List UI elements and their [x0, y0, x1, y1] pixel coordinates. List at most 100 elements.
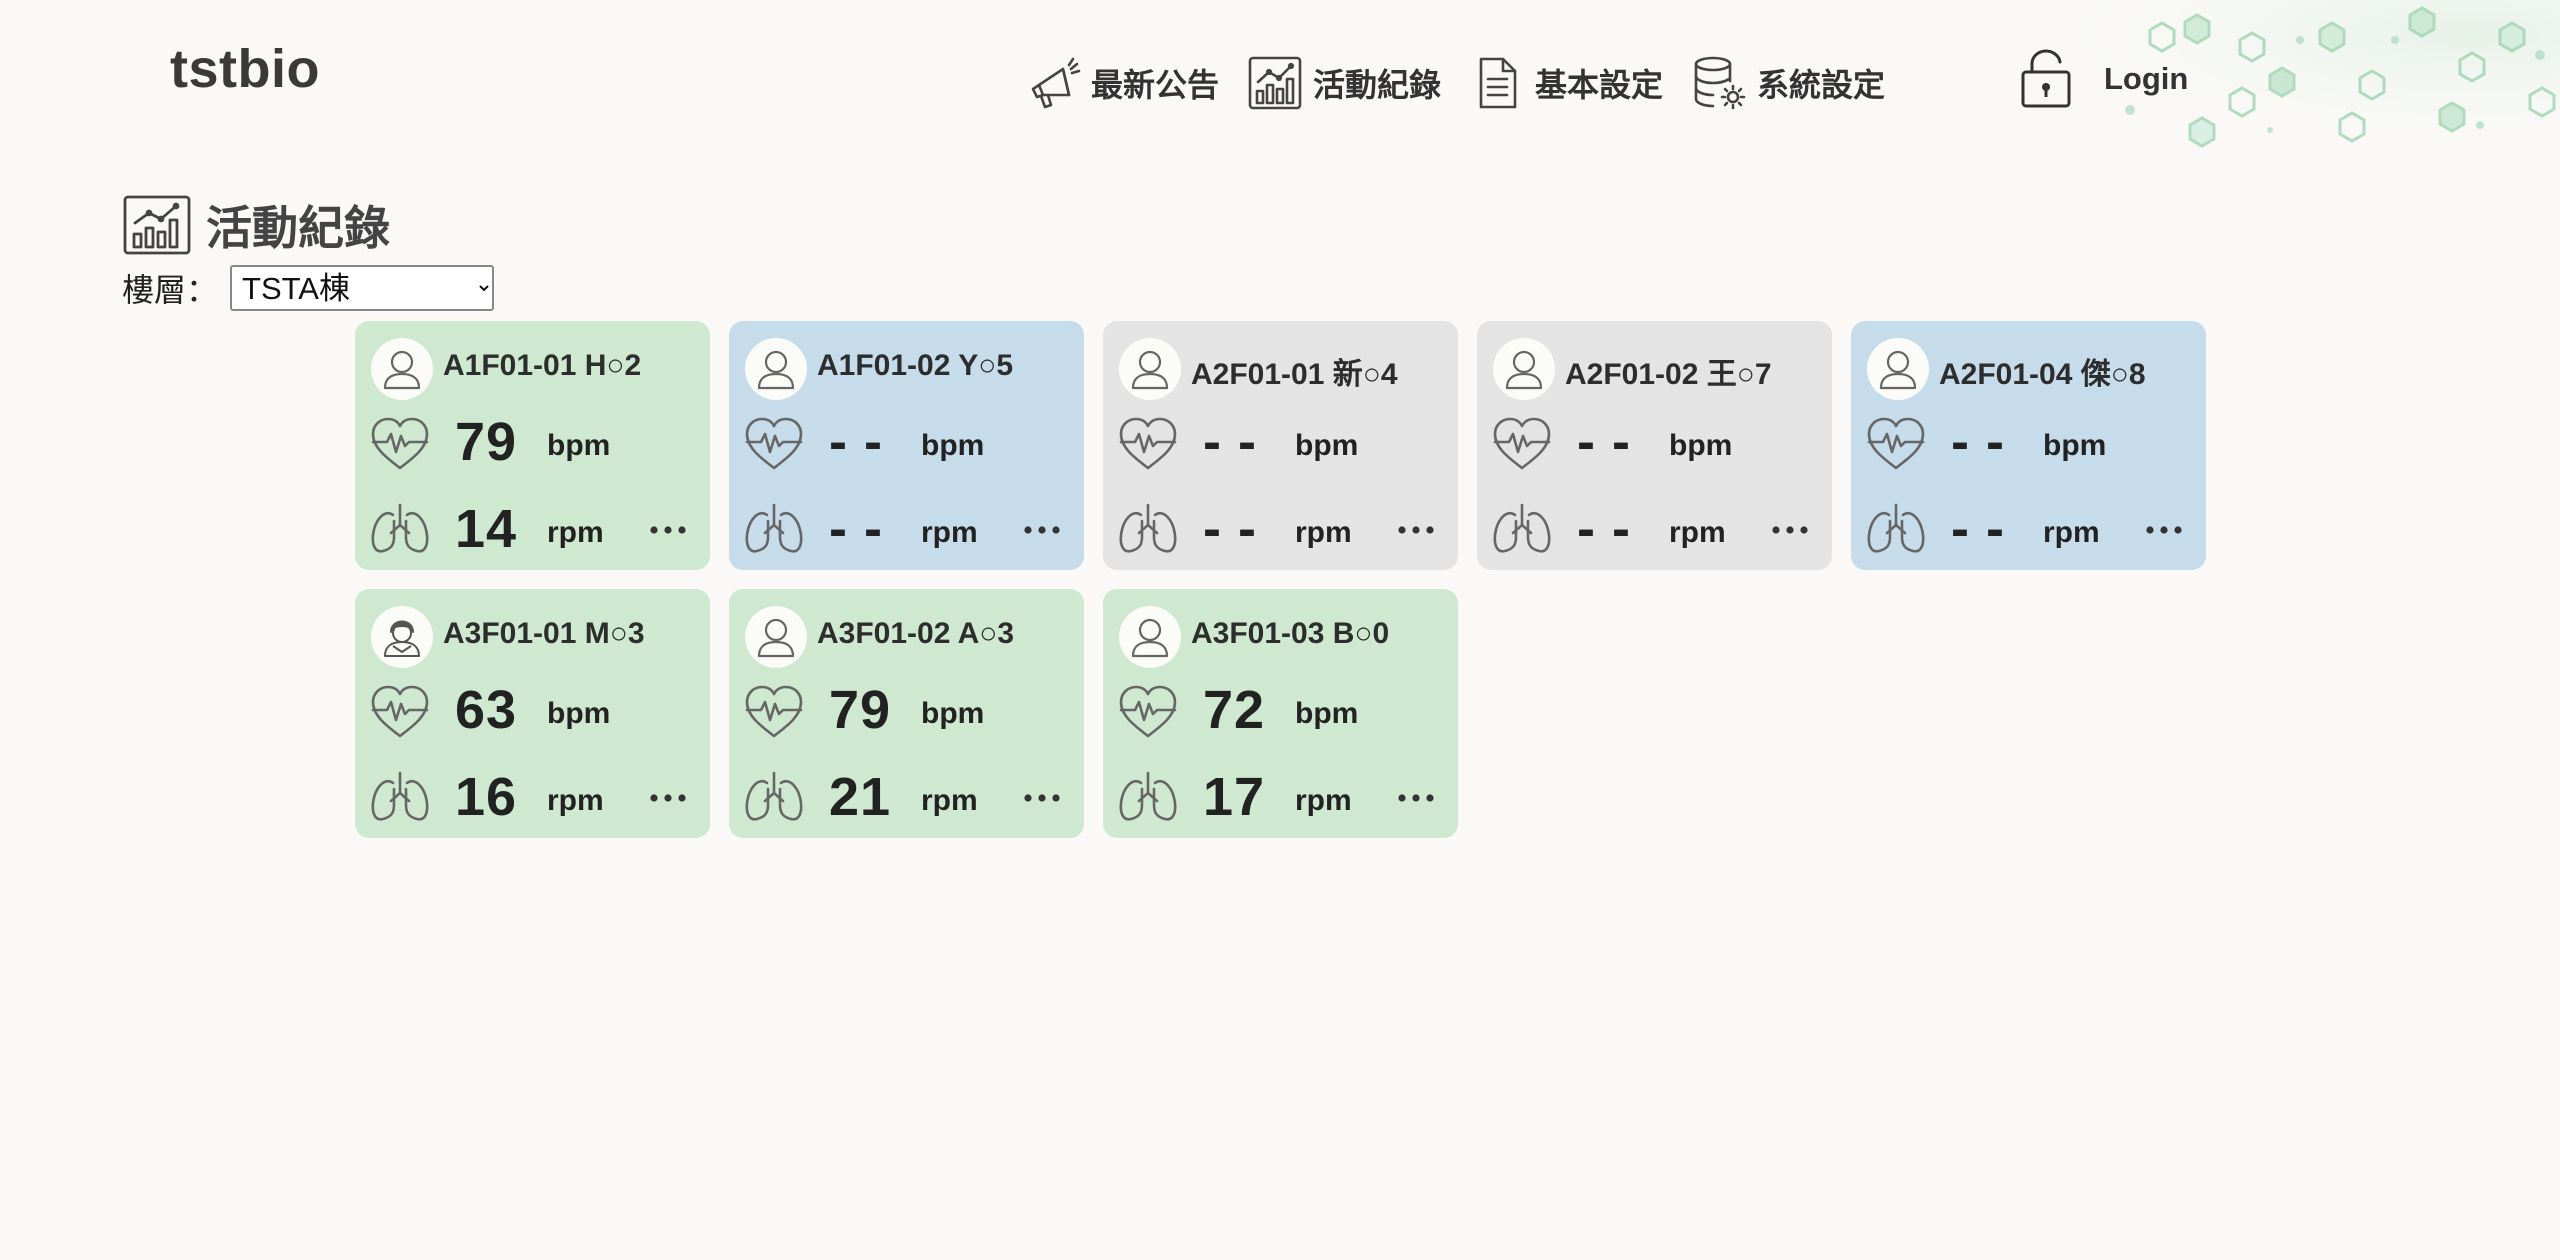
heart-rate-value: - -: [1951, 412, 2005, 472]
more-options-icon[interactable]: [1770, 523, 1810, 537]
resident-name: A2F01-02 王○7: [1565, 358, 1772, 391]
heart-rate-unit: bpm: [1669, 429, 1733, 462]
more-options-icon[interactable]: [648, 523, 688, 537]
nav-basic-settings[interactable]: 基本設定: [1469, 55, 1663, 111]
floor-select[interactable]: TSTA棟: [230, 265, 495, 311]
heart-rate-unit: bpm: [1295, 697, 1359, 730]
respiration-rate-value: - -: [1203, 499, 1257, 559]
lungs-icon: [743, 501, 805, 557]
more-options-icon[interactable]: [1396, 523, 1436, 537]
lungs-icon: [369, 501, 431, 557]
person-icon: [371, 338, 433, 400]
login-button[interactable]: Login: [2018, 48, 2188, 110]
more-options-icon[interactable]: [648, 791, 688, 805]
respiration-rate-value: - -: [1951, 499, 2005, 559]
heart-rate-value: 72: [1203, 680, 1266, 740]
respiration-rate-unit: rpm: [1295, 516, 1352, 549]
respiration-rate-unit: rpm: [547, 784, 604, 817]
floor-label: 樓層：: [122, 272, 219, 308]
lungs-icon: [743, 769, 805, 825]
heart-rate-value: 79: [829, 680, 892, 740]
avatar: [1867, 338, 1929, 400]
resident-card[interactable]: A2F01-02 王○7 - - bpm - - rpm: [1477, 321, 1832, 570]
more-options-icon[interactable]: [1396, 791, 1436, 805]
heart-rate-unit: bpm: [547, 429, 611, 462]
heart-rate-icon: [369, 684, 431, 740]
heart-rate-unit: bpm: [1295, 429, 1359, 462]
nav-label: 系統設定: [1757, 67, 1886, 103]
page-title: 活動紀錄: [206, 202, 390, 254]
activity-chart-icon: [1248, 56, 1302, 110]
resident-name: A2F01-01 新○4: [1191, 358, 1398, 391]
document-icon: [1479, 57, 1517, 109]
avatar: [371, 338, 433, 400]
heart-rate-icon: [1865, 416, 1927, 472]
respiration-rate-unit: rpm: [2043, 516, 2100, 549]
heart-rate-icon: [743, 416, 805, 472]
resident-card[interactable]: A2F01-01 新○4 - - bpm - - rpm: [1103, 321, 1458, 570]
database-settings-icon: [1694, 56, 1746, 110]
resident-card[interactable]: A1F01-01 H○2 79 bpm 14 rpm: [355, 321, 710, 570]
resident-name: A1F01-01 H○2: [443, 349, 642, 382]
nav-system-settings[interactable]: 系統設定: [1691, 55, 1885, 111]
avatar: [1119, 338, 1181, 400]
respiration-rate-unit: rpm: [921, 516, 978, 549]
lock-icon: [2021, 49, 2071, 108]
resident-card[interactable]: A3F01-01 M○3 63 bpm 16 rpm: [355, 589, 710, 838]
person-icon: [371, 606, 433, 668]
respiration-rate-unit: rpm: [1669, 516, 1726, 549]
person-icon: [745, 606, 807, 668]
avatar: [745, 606, 807, 668]
heart-rate-value: 79: [455, 412, 518, 472]
nav-announcements[interactable]: 最新公告: [1025, 55, 1219, 111]
more-options-icon[interactable]: [1022, 523, 1062, 537]
person-icon: [1119, 606, 1181, 668]
avatar: [1119, 606, 1181, 668]
nav-activity-log[interactable]: 活動紀錄: [1247, 55, 1441, 111]
heart-rate-value: - -: [829, 412, 883, 472]
lungs-icon: [1117, 769, 1179, 825]
heart-rate-icon: [743, 684, 805, 740]
heart-rate-value: 63: [455, 680, 518, 740]
brand-logo[interactable]: tstbio: [170, 38, 320, 100]
heart-rate-unit: bpm: [921, 697, 985, 730]
heart-rate-value: - -: [1577, 412, 1631, 472]
lungs-icon: [1117, 501, 1179, 557]
respiration-rate-value: - -: [829, 499, 883, 559]
avatar: [371, 606, 433, 668]
person-icon: [745, 338, 807, 400]
respiration-rate-unit: rpm: [921, 784, 978, 817]
heart-rate-icon: [1117, 684, 1179, 740]
respiration-rate-value: 14: [455, 499, 518, 559]
resident-name: A2F01-04 傑○8: [1939, 358, 2146, 391]
resident-card[interactable]: A2F01-04 傑○8 - - bpm - - rpm: [1851, 321, 2206, 570]
avatar: [745, 338, 807, 400]
more-options-icon[interactable]: [1022, 791, 1062, 805]
heart-rate-icon: [1117, 416, 1179, 472]
more-options-icon[interactable]: [2144, 523, 2184, 537]
nav-label: 基本設定: [1535, 67, 1664, 103]
respiration-rate-value: 16: [455, 767, 518, 827]
resident-name: A3F01-03 B○0: [1191, 617, 1390, 650]
person-icon: [1119, 338, 1181, 400]
resident-name: A3F01-01 M○3: [443, 617, 645, 650]
main-nav: 最新公告 活動紀錄 基本設定 系統設定: [1025, 55, 1913, 111]
page-heading: 活動紀錄: [122, 192, 390, 258]
heart-rate-unit: bpm: [921, 429, 985, 462]
login-label: Login: [2104, 61, 2189, 96]
resident-card[interactable]: A3F01-02 A○3 79 bpm 21 rpm: [729, 589, 1084, 838]
heart-rate-unit: bpm: [2043, 429, 2107, 462]
heart-rate-icon: [369, 416, 431, 472]
heart-rate-unit: bpm: [547, 697, 611, 730]
resident-card[interactable]: A3F01-03 B○0 72 bpm 17 rpm: [1103, 589, 1458, 838]
resident-card[interactable]: A1F01-02 Y○5 - - bpm - - rpm: [729, 321, 1084, 570]
respiration-rate-value: 21: [829, 767, 892, 827]
resident-name: A1F01-02 Y○5: [817, 349, 1014, 382]
nav-label: 最新公告: [1091, 67, 1220, 103]
heart-rate-icon: [1491, 416, 1553, 472]
lungs-icon: [1491, 501, 1553, 557]
lungs-icon: [369, 769, 431, 825]
resident-name: A3F01-02 A○3: [817, 617, 1015, 650]
respiration-rate-value: 17: [1203, 767, 1266, 827]
nav-label: 活動紀錄: [1313, 67, 1442, 103]
